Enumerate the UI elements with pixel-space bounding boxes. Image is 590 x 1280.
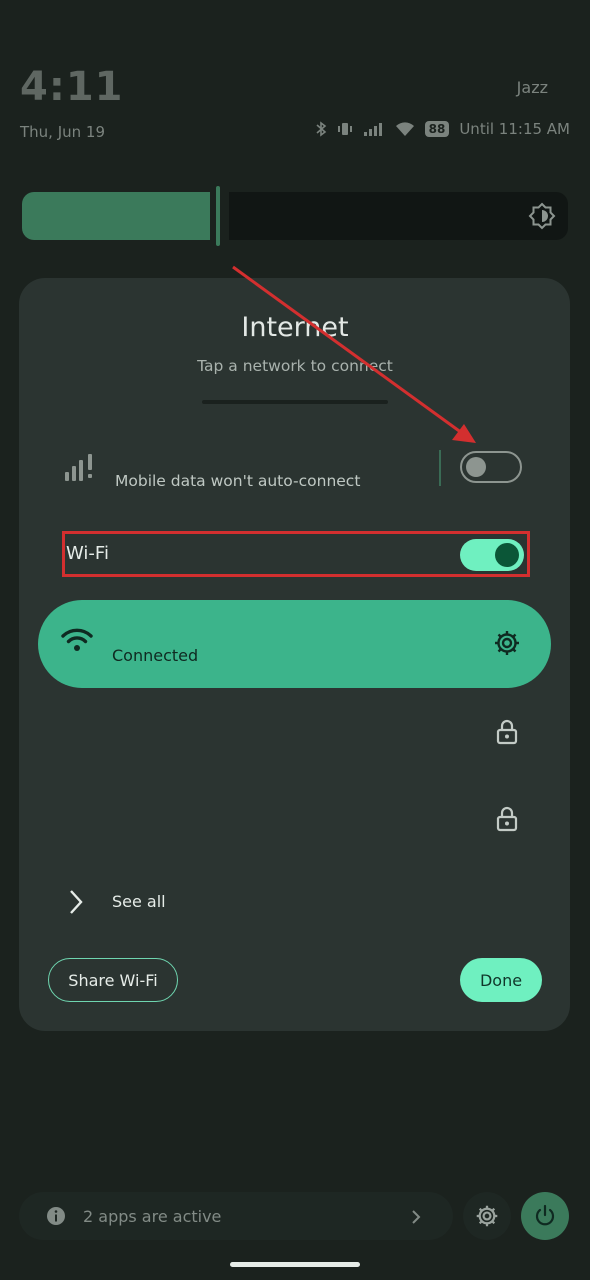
connected-network-card[interactable] xyxy=(38,600,551,688)
power-button[interactable] xyxy=(521,1192,569,1240)
see-all-link[interactable]: See all xyxy=(112,892,166,911)
wifi-toggle[interactable] xyxy=(460,539,524,571)
brightness-slider-track[interactable] xyxy=(229,192,568,240)
chevron-right-icon xyxy=(410,1209,422,1229)
wifi-label: Wi-Fi xyxy=(66,543,109,564)
brightness-icon xyxy=(528,202,556,234)
settings-button[interactable] xyxy=(463,1192,511,1240)
date: Thu, Jun 19 xyxy=(20,123,106,141)
info-icon xyxy=(46,1206,66,1230)
mobile-signal-icon xyxy=(63,452,97,486)
network-status: Connected xyxy=(112,646,199,665)
active-apps-text: 2 apps are active xyxy=(83,1207,222,1226)
chevron-right-icon[interactable] xyxy=(66,888,86,920)
mobile-data-status: Mobile data won't auto-connect xyxy=(115,472,361,490)
mobile-data-divider xyxy=(439,450,441,486)
dialog-title: Internet xyxy=(241,312,349,343)
bluetooth-icon xyxy=(315,121,327,137)
toggle-knob xyxy=(466,457,486,477)
wifi-icon xyxy=(60,627,94,657)
share-wifi-button[interactable]: Share Wi-Fi xyxy=(48,958,178,1002)
home-indicator[interactable] xyxy=(230,1262,360,1267)
power-icon xyxy=(535,1204,555,1226)
carrier-name: Jazz xyxy=(516,78,548,97)
dialog-divider xyxy=(202,400,388,404)
system-icons: 88 Until 11:15 AM xyxy=(315,120,570,138)
toggle-knob xyxy=(495,543,519,567)
brightness-slider-fill[interactable] xyxy=(22,192,210,240)
battery-indicator: 88 xyxy=(424,121,450,137)
secured-network-lock-icon[interactable] xyxy=(496,806,518,836)
dialog-subtitle: Tap a network to connect xyxy=(197,357,393,375)
alarm-until: Until 11:15 AM xyxy=(459,120,570,138)
cell-signal-icon xyxy=(363,121,385,137)
brightness-slider-thumb[interactable] xyxy=(216,186,220,246)
done-button[interactable]: Done xyxy=(460,958,542,1002)
gear-icon xyxy=(476,1205,498,1227)
wifi-status-icon xyxy=(395,121,415,137)
mobile-data-toggle[interactable] xyxy=(460,451,522,483)
clock: 4:11 xyxy=(20,64,124,110)
network-settings-gear-icon[interactable] xyxy=(493,629,521,661)
secured-network-lock-icon[interactable] xyxy=(496,719,518,749)
vibrate-icon xyxy=(337,121,353,137)
